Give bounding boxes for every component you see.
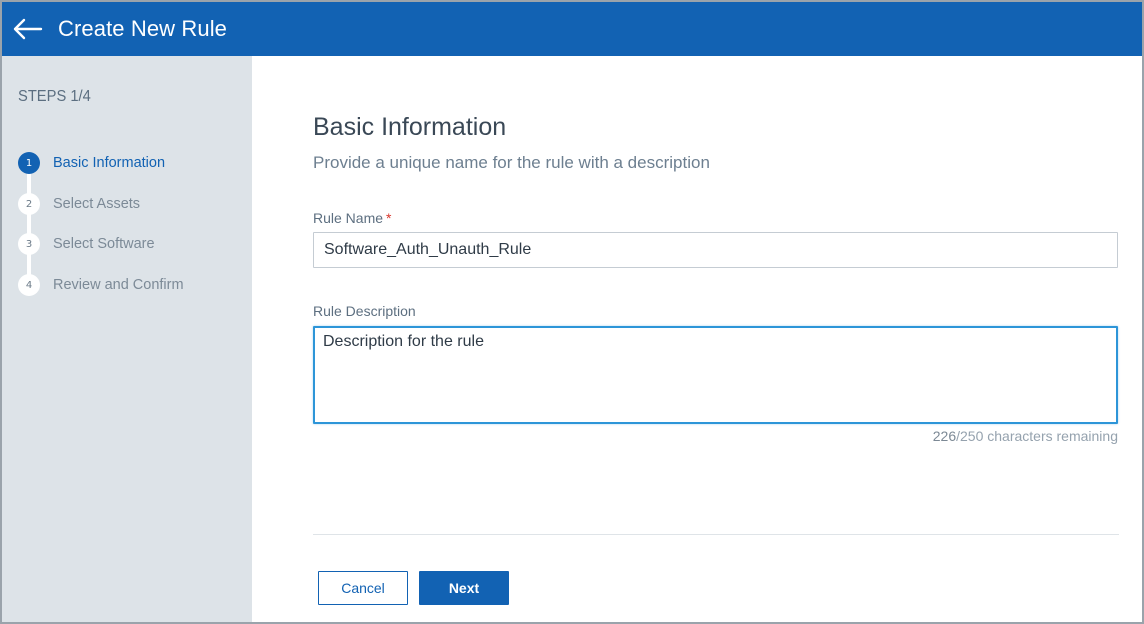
step-select-assets[interactable]: 2 Select Assets bbox=[18, 193, 140, 215]
step-number: 3 bbox=[18, 233, 40, 255]
required-indicator: * bbox=[386, 210, 392, 226]
arrow-left-icon bbox=[13, 18, 43, 40]
step-label: Select Assets bbox=[53, 196, 141, 212]
main-content: Basic Information Provide a unique name … bbox=[252, 56, 1142, 622]
step-label: Basic Information bbox=[53, 155, 166, 171]
step-number: 2 bbox=[18, 193, 40, 215]
step-label: Review and Confirm bbox=[53, 277, 184, 293]
rule-name-label: Rule Name * bbox=[313, 210, 391, 226]
step-review-and-confirm[interactable]: 4 Review and Confirm bbox=[18, 274, 184, 296]
step-number: 1 bbox=[18, 152, 40, 174]
steps-sidebar: STEPS 1/4 1 Basic Information 2 Select A… bbox=[2, 56, 252, 622]
step-number: 4 bbox=[18, 274, 40, 296]
create-rule-window: Create New Rule STEPS 1/4 1 Basic Inform… bbox=[0, 0, 1144, 624]
characters-remaining-value: 226 bbox=[932, 428, 957, 444]
rule-name-input[interactable] bbox=[313, 232, 1118, 268]
footer-divider bbox=[313, 534, 1119, 535]
character-counter: 226/250 characters remaining bbox=[933, 428, 1118, 444]
characters-max-text: /250 characters remaining bbox=[956, 428, 1118, 444]
step-select-software[interactable]: 3 Select Software bbox=[18, 233, 155, 255]
step-label: Select Software bbox=[53, 236, 155, 252]
header-bar: Create New Rule bbox=[2, 2, 1142, 56]
section-title: Basic Information bbox=[313, 113, 507, 141]
rule-description-textarea[interactable]: Description for the rule bbox=[313, 326, 1118, 424]
rule-description-label: Rule Description bbox=[313, 303, 416, 319]
rule-name-label-text: Rule Name bbox=[313, 210, 384, 226]
steps-connector-line bbox=[27, 164, 31, 284]
page-title: Create New Rule bbox=[58, 16, 228, 41]
step-basic-information[interactable]: 1 Basic Information bbox=[18, 152, 165, 174]
back-button[interactable] bbox=[10, 12, 44, 46]
next-button[interactable]: Next bbox=[419, 571, 509, 605]
section-subtitle: Provide a unique name for the rule with … bbox=[313, 153, 710, 172]
cancel-button[interactable]: Cancel bbox=[318, 571, 408, 605]
steps-progress-label: STEPS 1/4 bbox=[18, 88, 91, 105]
